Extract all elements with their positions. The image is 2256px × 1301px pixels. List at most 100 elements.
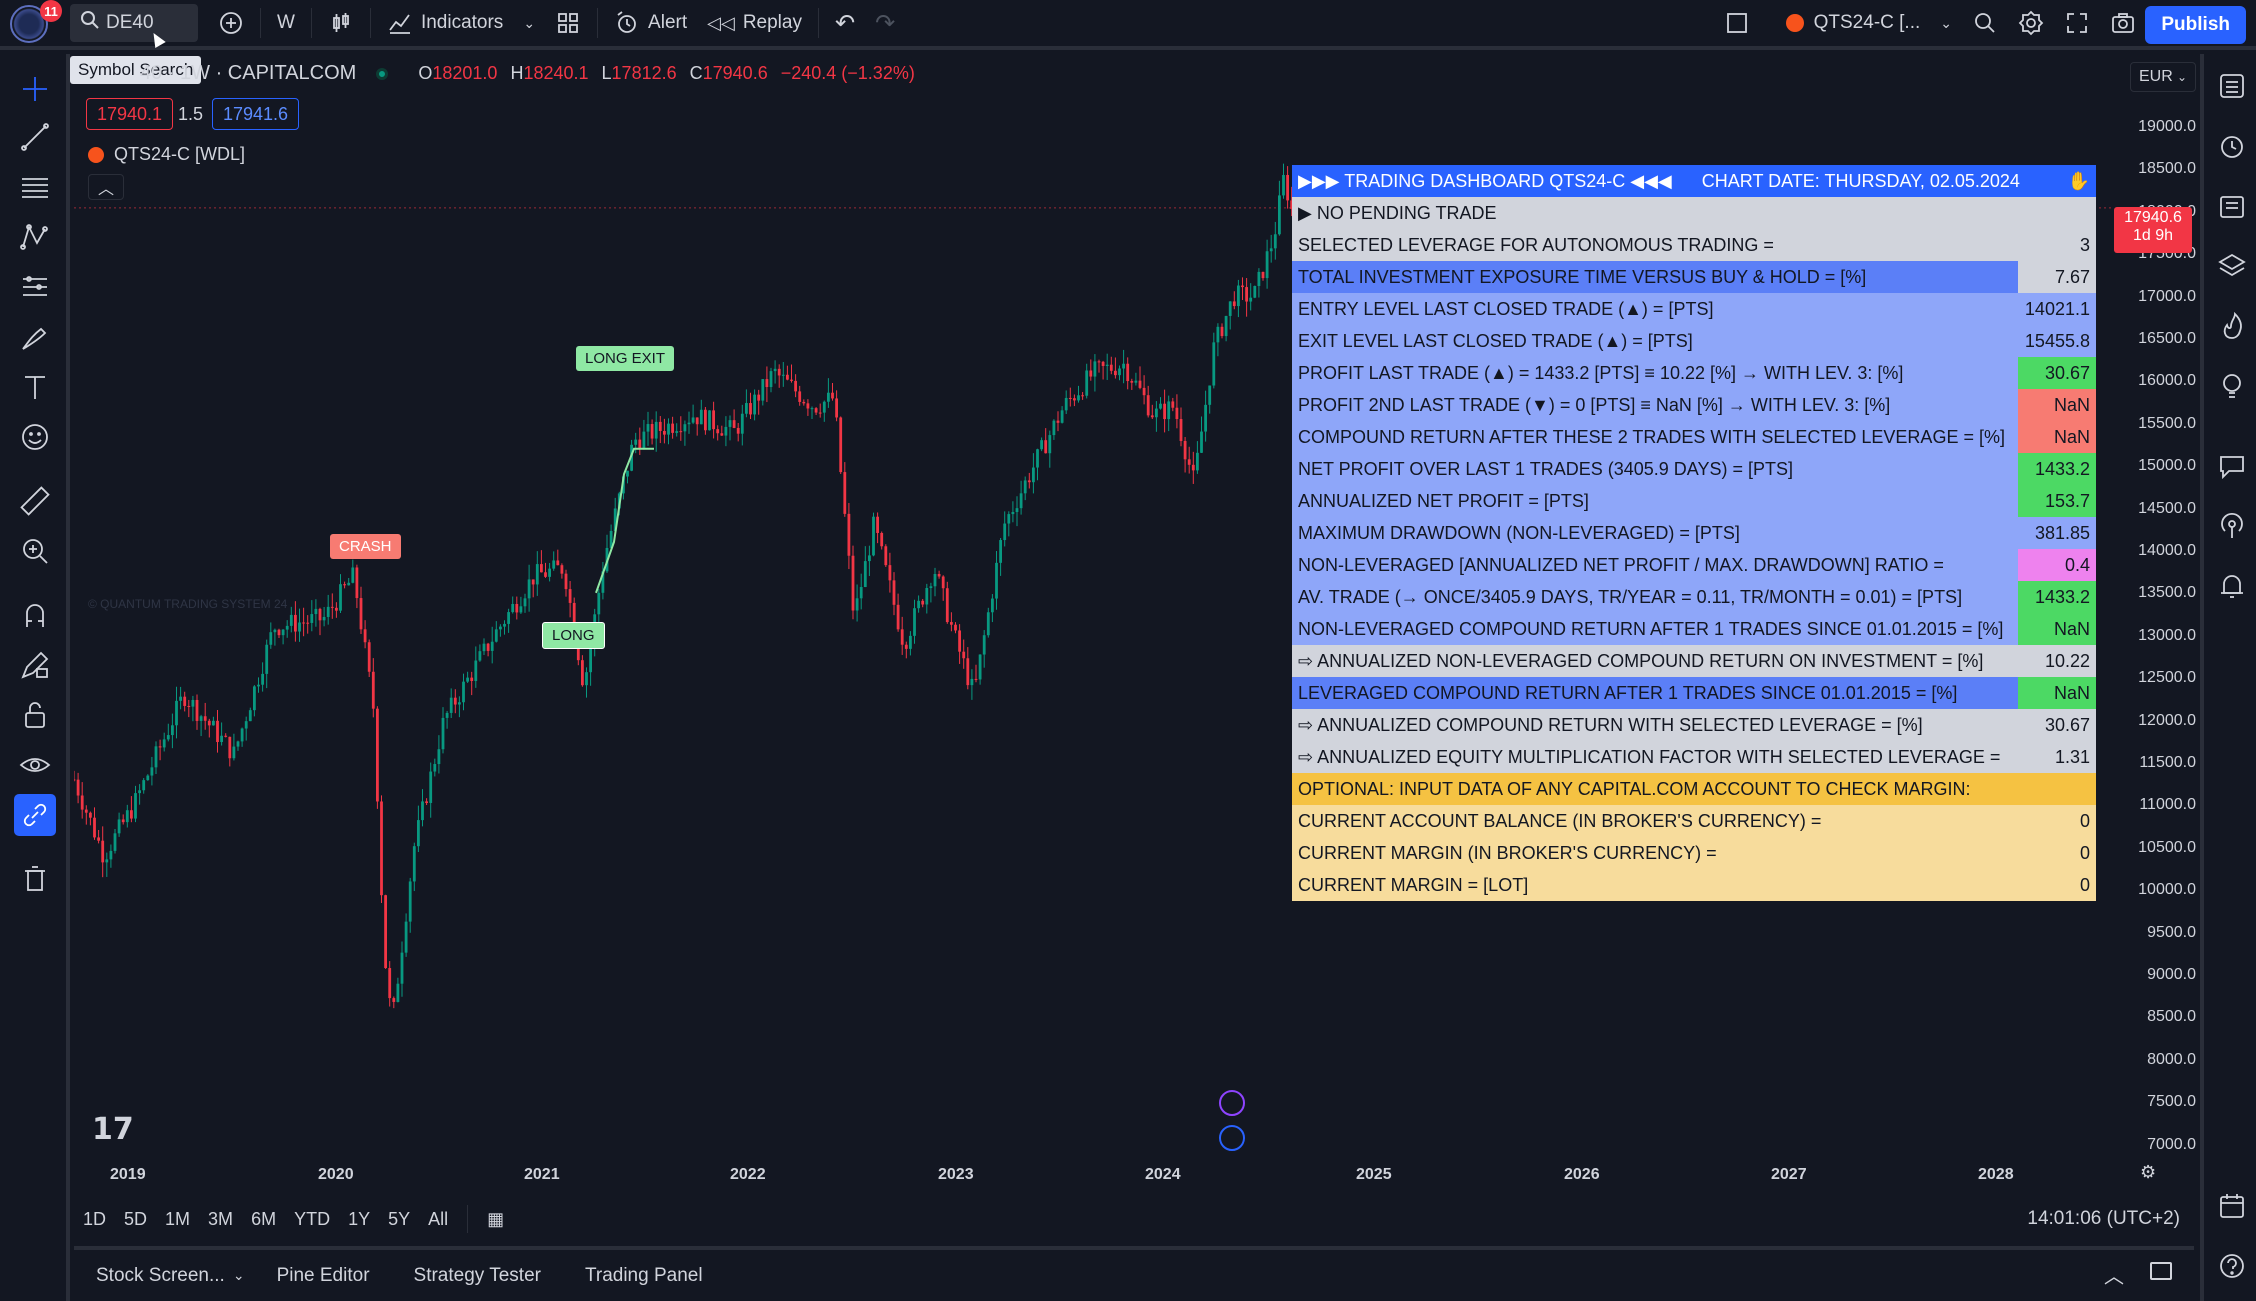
axis-settings-button[interactable]: ⚙ xyxy=(2140,1162,2156,1183)
range-button[interactable]: YTD xyxy=(285,1209,339,1230)
compare-symbol-button[interactable] xyxy=(208,4,254,42)
bottom-tab[interactable]: Strategy Tester xyxy=(392,1265,563,1287)
range-button[interactable]: All xyxy=(419,1209,457,1230)
indicators-button[interactable]: Indicators ⌄ xyxy=(377,4,545,42)
ideas-button[interactable] xyxy=(2212,366,2252,406)
candle-body xyxy=(269,632,273,645)
snapshot-button[interactable] xyxy=(2100,4,2146,42)
dashboard-row-value: 1433.2 xyxy=(2018,453,2096,485)
publish-button[interactable]: Publish xyxy=(2145,6,2246,44)
fullscreen-button[interactable] xyxy=(2054,4,2100,42)
dashboard-row: NON-LEVERAGED [ANNUALIZED NET PROFIT / M… xyxy=(1292,549,2096,581)
bid-price[interactable]: 17940.1 xyxy=(86,98,174,130)
ruler-icon xyxy=(20,486,50,516)
candle-body xyxy=(863,561,867,588)
zoom-tool[interactable] xyxy=(14,530,56,572)
chart-type-button[interactable] xyxy=(318,4,364,42)
watchlist-button[interactable] xyxy=(2212,66,2252,106)
candle-body xyxy=(671,423,674,433)
symbol-search-button[interactable]: DE40 xyxy=(70,4,198,42)
dashboard-row: CURRENT ACCOUNT BALANCE (IN BROKER'S CUR… xyxy=(1292,805,2096,837)
time-tick-label: 2022 xyxy=(730,1166,766,1183)
trendline-tool[interactable] xyxy=(14,116,56,158)
lock-drawings-tool[interactable] xyxy=(14,694,56,736)
event-marker-icon[interactable] xyxy=(1219,1090,1245,1116)
candle-body xyxy=(289,614,293,626)
hide-drawings-tool[interactable] xyxy=(14,744,56,786)
tradingview-app: 11 DE40 W Indicators ⌄ Alert ◁◁ Replay ↶… xyxy=(0,0,2256,1301)
dashboard-row: PROFIT LAST TRADE (▲) = 1433.2 [PTS] ≡ 1… xyxy=(1292,357,2096,389)
range-button[interactable]: 5Y xyxy=(379,1209,419,1230)
redo-button[interactable]: ↷ xyxy=(865,4,905,42)
ruler-tool[interactable] xyxy=(14,480,56,522)
alert-button[interactable]: Alert xyxy=(604,4,697,42)
candle-body xyxy=(285,625,289,630)
chats-button[interactable] xyxy=(2212,446,2252,486)
legend-title[interactable]: 40 · 1W · CAPITALCOM xyxy=(140,62,356,85)
bottom-tab[interactable]: Trading Panel xyxy=(563,1265,725,1287)
interval-button[interactable]: W xyxy=(267,4,305,42)
hotlists-button[interactable] xyxy=(2212,306,2252,346)
candle-body xyxy=(408,881,412,922)
currency-selector[interactable]: EUR ⌄ xyxy=(2130,62,2196,92)
collapse-legend-button[interactable]: ︿ xyxy=(88,174,124,200)
dividend-marker-icon[interactable] xyxy=(1219,1125,1245,1151)
templates-button[interactable] xyxy=(545,4,591,42)
layout-button[interactable] xyxy=(1714,4,1760,42)
sync-drawings-tool[interactable] xyxy=(14,794,56,836)
quick-search-button[interactable] xyxy=(1962,4,2008,42)
brush-tool[interactable] xyxy=(14,316,56,358)
candle-body xyxy=(273,629,277,633)
replay-button[interactable]: ◁◁ Replay xyxy=(697,4,812,42)
magnet-tool[interactable] xyxy=(14,594,56,636)
dashboard-row-value: 14021.1 xyxy=(2018,293,2096,325)
fib-tool[interactable] xyxy=(14,166,56,208)
candle-body xyxy=(970,678,974,686)
clock[interactable]: 14:01:06 (UTC+2) xyxy=(2027,1208,2180,1230)
price-tick-label: 12500.0 xyxy=(2138,669,2196,687)
candle-body xyxy=(716,429,720,434)
candle-body xyxy=(978,654,982,680)
chevron-up-icon[interactable]: ︿ xyxy=(2104,1260,2124,1289)
candle-body xyxy=(1040,440,1043,450)
range-button[interactable]: 6M xyxy=(242,1209,285,1230)
help-button[interactable] xyxy=(2212,1246,2252,1286)
strategy-selector[interactable]: QTS24-C [... ⌄ xyxy=(1776,4,1962,42)
alerts-panel-button[interactable] xyxy=(2212,126,2252,166)
candles-icon xyxy=(333,13,349,32)
ask-price[interactable]: 17941.6 xyxy=(212,98,300,130)
undo-button[interactable]: ↶ xyxy=(825,4,865,42)
settings-button[interactable] xyxy=(2008,4,2054,42)
candle-body xyxy=(466,677,469,682)
crosshair-tool[interactable] xyxy=(14,68,56,110)
text-tool[interactable] xyxy=(14,366,56,408)
pattern-tool[interactable] xyxy=(14,216,56,258)
object-tree-button[interactable] xyxy=(2212,246,2252,286)
candle-body xyxy=(868,555,871,562)
notifications-button[interactable] xyxy=(2212,566,2252,606)
gear-icon xyxy=(2018,10,2044,36)
streams-button[interactable] xyxy=(2212,506,2252,546)
dashboard-row-label: CURRENT MARGIN = [LOT] xyxy=(1298,874,1529,895)
bottom-tab[interactable]: Pine Editor xyxy=(255,1265,392,1287)
divider xyxy=(597,8,599,38)
dashboard-row: ANNUALIZED NET PROFIT = [PTS] 153.7 xyxy=(1292,485,2096,517)
chevron-down-icon[interactable]: ⌄ xyxy=(233,1267,245,1284)
remove-drawings-tool[interactable] xyxy=(14,858,56,900)
stay-drawing-tool[interactable] xyxy=(14,644,56,686)
range-button[interactable]: 1D xyxy=(74,1209,115,1230)
range-button[interactable]: 1Y xyxy=(339,1209,379,1230)
bottom-tab[interactable]: Stock Screen... xyxy=(74,1265,247,1287)
indicator-legend[interactable]: QTS24-C [WDL] xyxy=(88,144,245,165)
data-window-button[interactable] xyxy=(2212,186,2252,226)
calendar-button[interactable] xyxy=(2212,1186,2252,1226)
candle-body xyxy=(597,592,601,615)
emoji-tool[interactable] xyxy=(14,416,56,458)
range-button[interactable]: 5D xyxy=(115,1209,156,1230)
range-button[interactable]: 1M xyxy=(156,1209,199,1230)
candle-body xyxy=(814,408,818,413)
maximize-panel-icon[interactable] xyxy=(2150,1262,2172,1280)
range-button[interactable]: 3M xyxy=(199,1209,242,1230)
forecast-tool[interactable] xyxy=(14,266,56,308)
go-to-date-icon[interactable]: ▦ xyxy=(478,1209,513,1230)
